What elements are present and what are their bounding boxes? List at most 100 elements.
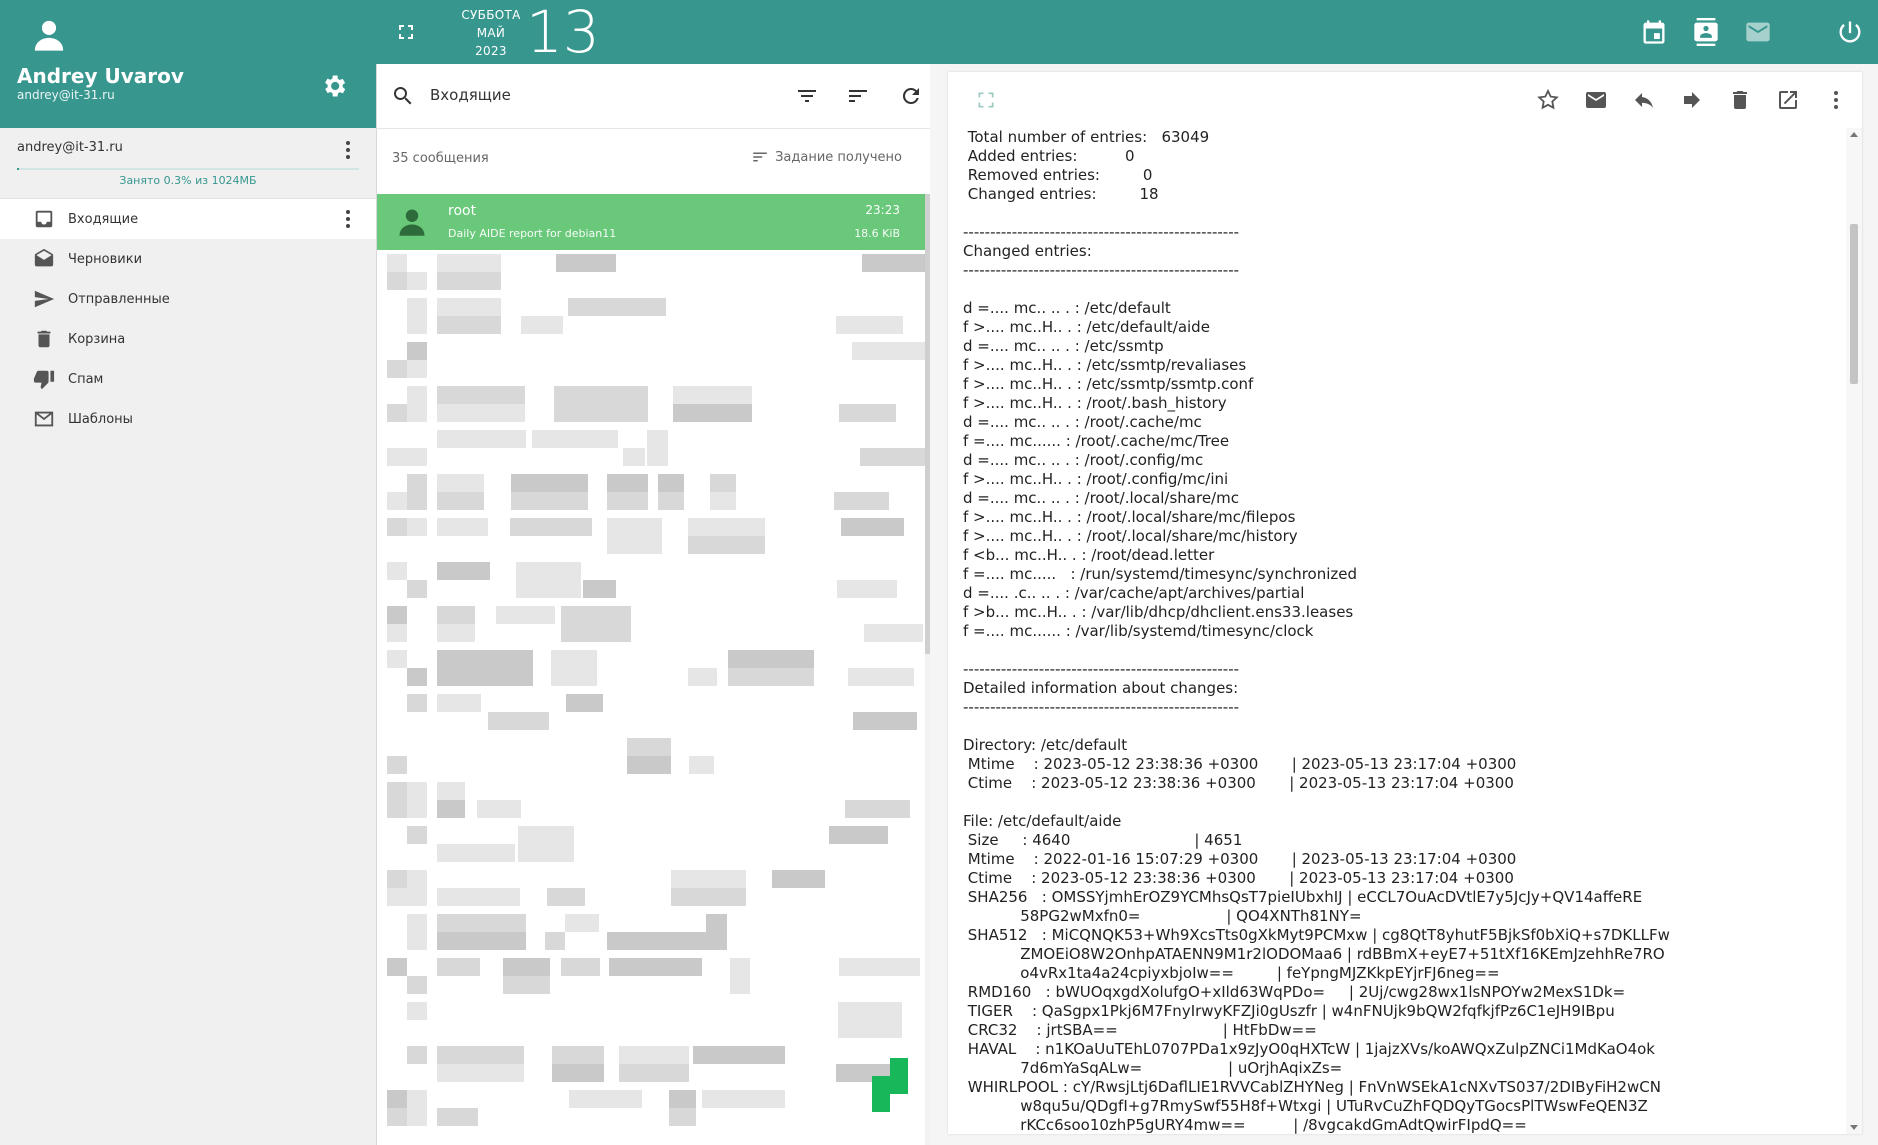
message-sender: root [448, 203, 477, 219]
expand-icon[interactable] [976, 90, 996, 110]
body-line: 7d6mYaSqALw= | uOrjhAqixZs= [963, 1059, 1343, 1077]
body-line: WHIRLPOOL : cY/RwsjLtj6DaflLIE1RVVCablZH… [963, 1078, 1661, 1096]
calendar-icon[interactable] [1640, 18, 1668, 46]
blurred-pixel [387, 518, 407, 536]
body-line [963, 793, 1846, 812]
gear-icon[interactable] [320, 72, 348, 100]
body-line: CRC32 : jrtSBA== | HtFbDw== [963, 1021, 1317, 1039]
body-line: f =.... mc...... : /root/.cache/mc/Tree [963, 432, 1230, 450]
body-line [963, 717, 1846, 736]
blurred-pixel [387, 360, 407, 378]
refresh-icon[interactable] [899, 84, 923, 108]
blurred-pixel [551, 668, 597, 686]
blurred-pixel [890, 1058, 908, 1076]
blurred-pixel [387, 254, 407, 272]
blurred-pixel [839, 958, 920, 976]
blurred-pixel [565, 914, 599, 932]
blurred-pixel [551, 650, 597, 668]
sort-icon [753, 152, 767, 162]
fullscreen-icon[interactable] [394, 20, 418, 44]
blurred-pixel [511, 474, 588, 492]
blurred-pixel [583, 580, 616, 598]
message-subject: Daily AIDE report for debian11 [448, 227, 617, 240]
blurred-pixel [836, 316, 903, 334]
sort-icon[interactable] [846, 84, 870, 108]
blurred-pixel [437, 888, 520, 906]
folder-item-templates[interactable]: Шаблоны [0, 399, 376, 439]
star-icon[interactable] [1536, 88, 1560, 112]
folder-item-trash[interactable]: Корзина [0, 319, 376, 359]
blurred-pixel [669, 1108, 696, 1126]
folder-item-spam[interactable]: Спам [0, 359, 376, 399]
body-line: f >.... mc..H.. . : /root/.local/share/m… [963, 527, 1298, 545]
blurred-pixel [864, 624, 923, 642]
folder-label: Спам [68, 371, 104, 387]
blurred-pixel [569, 1090, 642, 1108]
blurred-pixel [566, 694, 603, 712]
list-scrollbar[interactable] [925, 194, 930, 1145]
blurred-pixel [437, 958, 480, 976]
body-line: Changed entries: [963, 242, 1092, 260]
blurred-pixel [387, 606, 407, 624]
sort-by-received-button[interactable]: Задание получено [751, 148, 902, 166]
message-time: 23:23 [865, 203, 900, 217]
blurred-pixel [568, 298, 666, 316]
blurred-pixel [839, 404, 896, 422]
search-icon[interactable] [391, 84, 415, 108]
blurred-pixel [872, 1094, 890, 1112]
body-line: o4vRx1ta4a24cpiyxbjoIw== | feYpngMJZKkpE… [963, 964, 1500, 982]
blurred-pixel [387, 782, 407, 800]
body-line: w8qu5u/QDgfI+g7RmySwf55H8f+Wtxgi | UTuRv… [963, 1097, 1648, 1115]
blurred-pixel [407, 448, 427, 466]
folder-item-drafts[interactable]: Черновики [0, 239, 376, 279]
blurred-pixel [387, 1090, 407, 1108]
blurred-pixel [518, 826, 574, 844]
blurred-pixel [689, 756, 714, 774]
blurred-pixel [437, 492, 484, 510]
delete-icon[interactable] [1728, 88, 1752, 112]
scroll-down-arrow[interactable] [1850, 1125, 1858, 1130]
scroll-up-arrow[interactable] [1850, 132, 1858, 137]
blurred-pixel [518, 844, 574, 862]
folder-menu-icon[interactable] [336, 207, 360, 231]
contacts-icon[interactable] [1692, 18, 1720, 46]
blurred-pixel [437, 518, 488, 536]
viewer-scrollbar-thumb[interactable] [1850, 224, 1858, 384]
blurred-pixel [387, 448, 407, 466]
folder-item-sent[interactable]: Отправленные [0, 279, 376, 319]
folder-label: Корзина [68, 331, 126, 347]
body-line: d =.... mc.. .. . : /etc/default [963, 299, 1171, 317]
list-scrollbar-thumb[interactable] [925, 194, 930, 654]
blurred-pixel [853, 712, 917, 730]
blurred-pixel [561, 958, 600, 976]
blurred-pixel [556, 254, 616, 272]
body-line: d =.... mc.. .. . : /root/.cache/mc [963, 413, 1202, 431]
more-vert-icon[interactable] [1824, 88, 1848, 112]
open-new-window-icon[interactable] [1776, 88, 1800, 112]
message-row-selected[interactable]: root Daily AIDE report for debian11 23:2… [377, 194, 925, 250]
blurred-pixel [607, 536, 662, 554]
year: 2023 [475, 44, 507, 58]
drafts-icon [34, 248, 54, 267]
filter-icon[interactable] [795, 84, 819, 108]
blurred-pixel [407, 272, 427, 290]
account-menu-icon[interactable] [336, 138, 360, 162]
forward-icon[interactable] [1680, 88, 1704, 112]
blurred-pixel [688, 518, 765, 536]
blurred-pixel [387, 624, 407, 642]
blurred-pixel [838, 1020, 902, 1038]
send-icon [34, 290, 55, 308]
mail-icon[interactable] [1744, 18, 1772, 46]
blurred-pixel [647, 430, 668, 448]
body-line: f >.... mc..H.. . : /etc/default/aide [963, 318, 1210, 336]
body-line: Size : 4640 | 4651 [963, 831, 1243, 849]
folder-label: Шаблоны [68, 411, 133, 427]
viewer-scrollbar[interactable] [1846, 128, 1862, 1134]
reply-icon[interactable] [1632, 88, 1656, 112]
mark-unread-icon[interactable] [1584, 88, 1608, 112]
folder-item-inbox[interactable]: Входящие [0, 199, 376, 239]
folder-list: Входящие Черновики Отправленные Корзина … [0, 199, 376, 439]
power-icon[interactable] [1836, 18, 1864, 46]
blurred-pixel [521, 316, 563, 334]
blurred-pixel [516, 562, 581, 580]
